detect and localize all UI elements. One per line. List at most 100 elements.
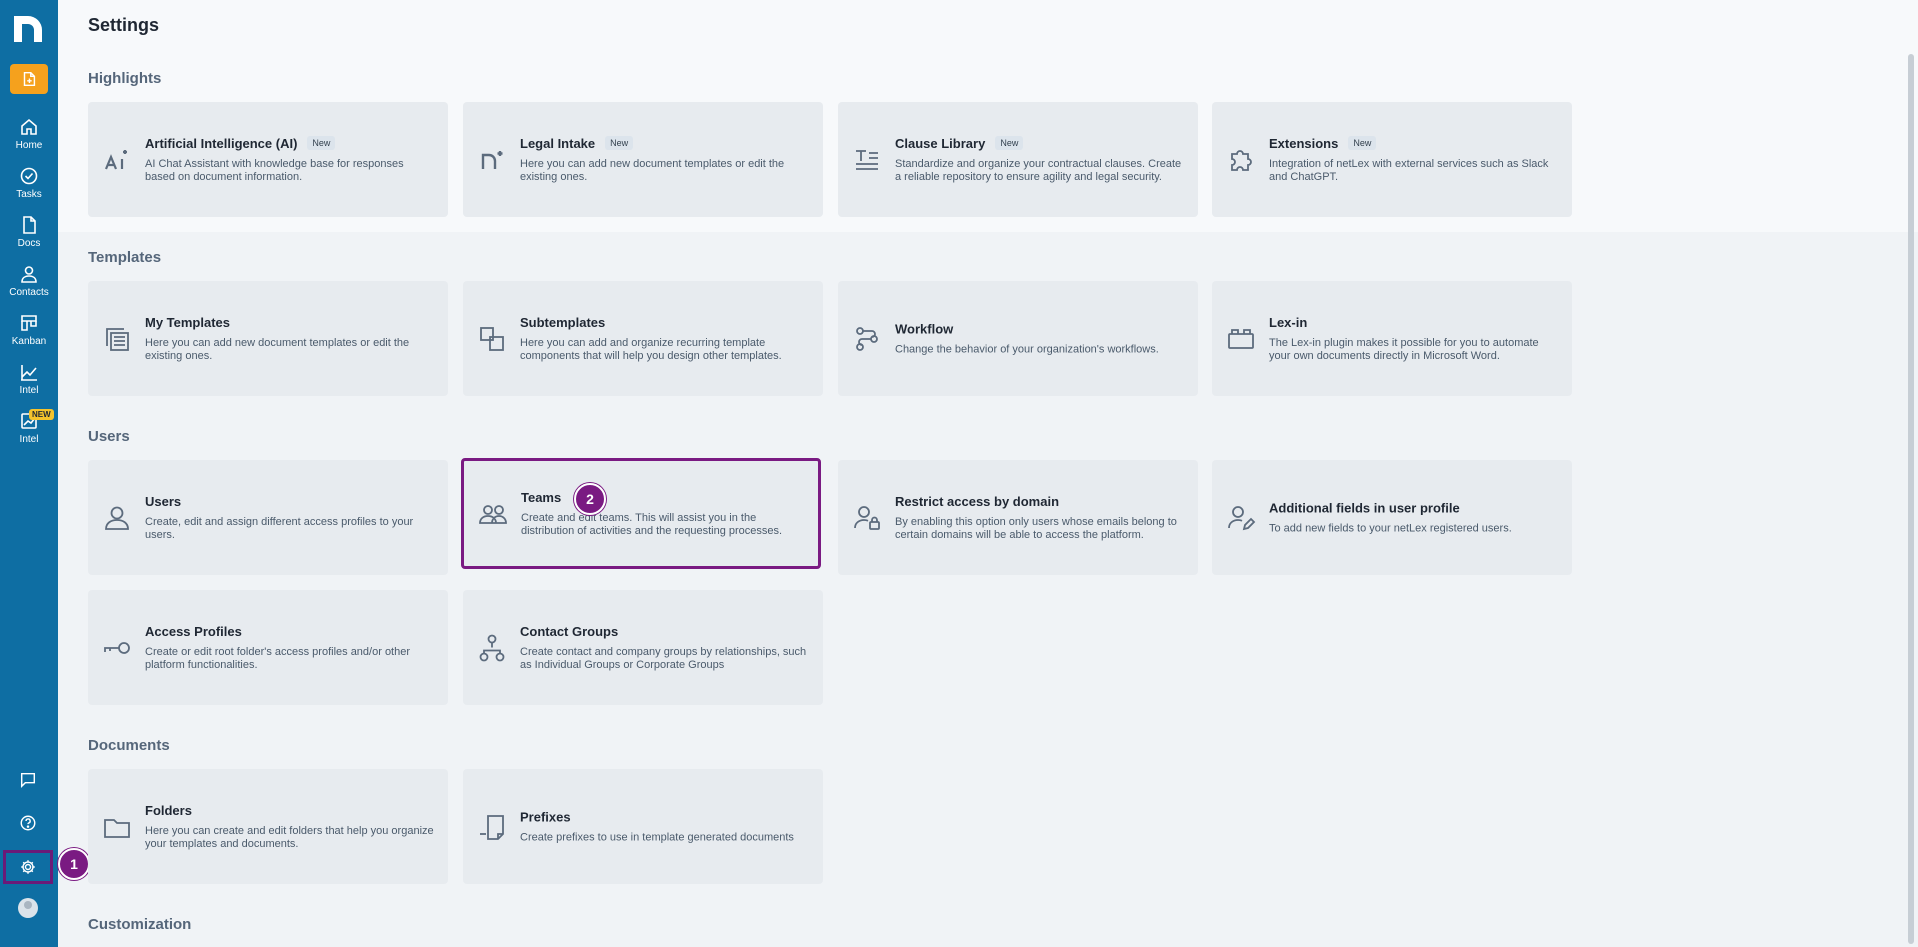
netlex-logo[interactable] — [12, 12, 46, 44]
card-title: Contact Groups — [520, 623, 619, 639]
section-title-customization: Customization — [88, 916, 192, 933]
new-document-button[interactable] — [10, 64, 48, 94]
card-legal-intake[interactable]: Legal Intake New Here you can add new doc… — [463, 102, 823, 217]
card-additional-fields[interactable]: Additional fields in user profile To add… — [1212, 460, 1572, 575]
card-title: Restrict access by domain — [895, 493, 1060, 509]
user-edit-icon — [1224, 501, 1258, 535]
card-description: Here you can add new document templates … — [145, 336, 410, 362]
card-lex-in[interactable]: Lex-in The Lex-in plugin makes it possib… — [1212, 281, 1572, 396]
sidebar-item-home[interactable]: Home — [0, 112, 58, 156]
card-subtemplates[interactable]: Subtemplates Here you can add and organi… — [463, 281, 823, 396]
card-extensions[interactable]: Extensions New Integration of netLex with… — [1212, 102, 1572, 217]
sidebar-item-label: Intel — [19, 434, 39, 445]
person-icon — [21, 266, 37, 283]
sidebar-item-intel[interactable]: Intel — [0, 357, 58, 401]
card-contact-groups[interactable]: Contact Groups Create contact and compan… — [463, 590, 823, 705]
workflow-icon — [850, 322, 884, 356]
card-title: Extensions — [1269, 135, 1339, 151]
card-description: AI Chat Assistant with knowledge base fo… — [145, 157, 404, 183]
new-badge: NEW — [29, 409, 54, 420]
sidebar-item-label: Kanban — [11, 336, 47, 347]
puzzle-icon — [1224, 143, 1258, 177]
card-description: To add new fields to your netLex registe… — [1269, 522, 1512, 534]
folder-icon — [100, 810, 134, 844]
sidebar-item-tasks[interactable]: Tasks — [0, 161, 58, 205]
section-title-documents: Documents — [88, 737, 170, 754]
gear-icon[interactable] — [14, 853, 42, 881]
card-description: Here you can add and organize recurring … — [520, 336, 782, 362]
sidebar: Home Tasks Docs Contacts Kanban Intel NE… — [0, 0, 58, 947]
card-my-templates[interactable]: My Templates Here you can add new docume… — [88, 281, 448, 396]
card-title: Legal Intake — [520, 135, 596, 151]
prefix-document-icon — [475, 810, 509, 844]
text-lines-icon — [850, 143, 884, 177]
home-icon — [21, 118, 37, 135]
card-title: Teams — [521, 489, 562, 505]
kanban-icon — [21, 315, 37, 331]
card-description: Create contact and company groups by rel… — [520, 645, 807, 671]
new-badge: New — [605, 136, 634, 150]
card-title: Artificial Intelligence (AI) — [145, 135, 298, 151]
legal-intake-icon — [475, 143, 509, 177]
step-marker-1: 1 — [58, 848, 90, 880]
card-description: Create or edit root folder's access prof… — [145, 645, 411, 671]
ai-icon — [100, 143, 134, 177]
chat-icon[interactable] — [14, 766, 42, 794]
sidebar-item-label: Docs — [17, 238, 41, 249]
card-workflow[interactable]: Workflow Change the behavior of your org… — [838, 281, 1198, 396]
card-description: Here you can add new document templates … — [520, 157, 785, 183]
sidebar-item-docs[interactable]: Docs — [0, 210, 58, 254]
sidebar-item-intel-new[interactable]: NEW Intel — [0, 406, 58, 450]
chart-icon — [21, 365, 37, 381]
card-title: Subtemplates — [520, 314, 606, 330]
key-icon — [100, 631, 134, 665]
card-description: Create prefixes to use in template gener… — [520, 831, 794, 843]
check-circle-icon — [20, 167, 38, 185]
step-marker-2: 2 — [574, 483, 606, 515]
card-clause-library[interactable]: Clause Library New Standardize and organi… — [838, 102, 1198, 217]
plugin-icon — [1224, 322, 1258, 356]
card-artificial-intelligence[interactable]: Artificial Intelligence (AI) New AI Chat … — [88, 102, 448, 217]
sidebar-item-label: Contacts — [9, 287, 49, 298]
section-title-highlights: Highlights — [88, 70, 162, 87]
sidebar-item-label: Tasks — [16, 189, 42, 200]
subtemplates-icon — [475, 322, 509, 356]
card-description: Standardize and organize your contractua… — [895, 157, 1182, 183]
card-title: Folders — [145, 802, 192, 818]
scrollbar[interactable] — [1908, 54, 1914, 944]
sidebar-item-kanban[interactable]: Kanban — [0, 308, 58, 352]
card-users[interactable]: Users Create, edit and assign different … — [88, 460, 448, 575]
card-title: Clause Library — [895, 135, 986, 151]
new-badge: New — [1348, 136, 1377, 150]
card-description: Create and edit teams. This will assist … — [521, 511, 783, 537]
card-description: Integration of netLex with external serv… — [1269, 157, 1549, 183]
card-title: Lex-in — [1269, 314, 1308, 330]
card-title: Workflow — [895, 321, 954, 336]
user-lock-icon — [850, 501, 884, 535]
new-badge: New — [995, 136, 1024, 150]
card-title: Users — [145, 493, 182, 509]
card-restrict-access-by-domain[interactable]: Restrict access by domain By enabling th… — [838, 460, 1198, 575]
card-title: Prefixes — [520, 809, 571, 824]
card-prefixes[interactable]: Prefixes Create prefixes to use in templ… — [463, 769, 823, 884]
card-title: My Templates — [145, 314, 231, 330]
card-folders[interactable]: Folders Here you can create and edit fol… — [88, 769, 448, 884]
card-description: Here you can create and edit folders tha… — [145, 824, 434, 850]
team-icon — [476, 497, 510, 531]
help-icon[interactable] — [14, 809, 42, 837]
card-title: Access Profiles — [145, 623, 242, 639]
hierarchy-icon — [475, 631, 509, 665]
new-badge: New — [307, 136, 336, 150]
templates-icon — [100, 322, 134, 356]
page-title: Settings — [88, 15, 160, 35]
card-description: The Lex-in plugin makes it possible for … — [1269, 336, 1539, 362]
sidebar-item-label: Home — [15, 140, 43, 151]
card-teams[interactable]: Teams Create and edit teams. This will a… — [461, 458, 821, 569]
card-description: Change the behavior of your organization… — [895, 343, 1159, 355]
sidebar-item-label: Intel — [19, 385, 39, 396]
card-access-profiles[interactable]: Access Profiles Create or edit root fold… — [88, 590, 448, 705]
section-title-users: Users — [88, 428, 130, 445]
sidebar-item-contacts[interactable]: Contacts — [0, 259, 58, 303]
avatar[interactable] — [18, 898, 38, 918]
card-description: Create, edit and assign different access… — [145, 515, 414, 541]
